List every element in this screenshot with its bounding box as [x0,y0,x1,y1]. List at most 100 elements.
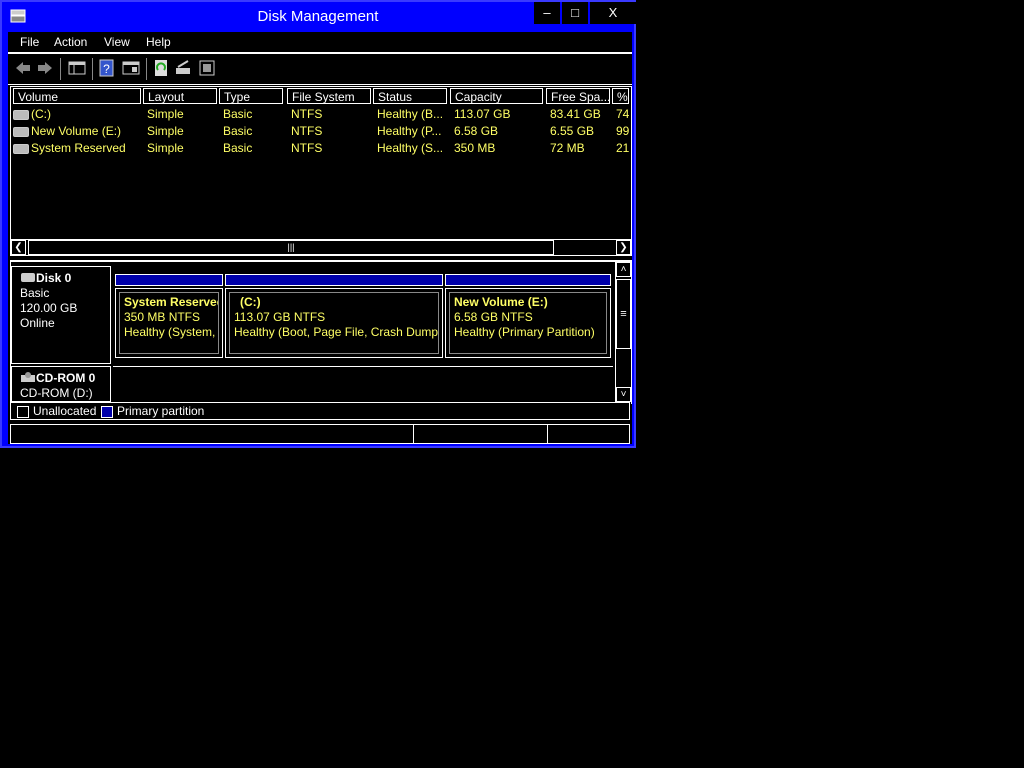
client-area: File Action View Help ? Volume Layout Ty… [8,32,632,444]
disk-0-kind: Basic [20,286,50,300]
volume-capacity: 6.58 GB [454,124,499,138]
cdrom-0-label[interactable]: CD-ROM 0 CD-ROM (D:) [11,366,111,402]
partition-e[interactable]: New Volume (E:) 6.58 GB NTFS Healthy (Pr… [445,288,611,358]
legend-primary: Primary partition [117,404,205,418]
refresh-icon[interactable] [152,59,170,77]
rescan-disks-icon[interactable] [174,59,192,77]
volume-name: System Reserved [31,141,126,155]
volume-type: Basic [223,141,253,155]
disk-0-state: Online [20,316,55,330]
menu-help[interactable]: Help [146,35,171,49]
volume-row[interactable]: New Volume (E:) Simple Basic NTFS Health… [11,123,631,140]
legend-unallocated: Unallocated [33,404,97,418]
volume-type: Basic [223,107,253,121]
partition-status: Healthy (Boot, Page File, Crash Dump, Pr… [234,325,439,339]
scroll-left-icon[interactable]: ❮ [11,240,26,255]
legend: Unallocated Primary partition [10,402,630,420]
volume-status: Healthy (B... [377,107,444,121]
drive-icon [13,110,29,120]
volume-name: (C:) [31,107,51,121]
partition-name: System Reserved [124,295,219,309]
column-header-status[interactable]: Status [373,88,447,104]
drive-icon [13,127,29,137]
cdrom-icon [21,372,35,382]
partition-size: 350 MB NTFS [124,310,201,324]
volume-pct: 99 [616,124,630,138]
partition-bar [225,274,443,286]
volume-layout: Simple [147,141,184,155]
volume-list-panel: Volume Layout Type File System Status Ca… [10,86,632,256]
volume-pct: 74 [616,107,630,121]
partition-name: New Volume (E:) [454,295,548,309]
title-bar[interactable]: Disk Management – □ X [2,2,636,32]
partition-status: Healthy (System, Active, Primary Partiti… [124,325,218,339]
unallocated-swatch [17,406,29,418]
menu-view[interactable]: View [104,35,130,49]
menu-action[interactable]: Action [54,35,87,49]
status-segment [547,425,630,443]
volume-row[interactable]: System Reserved Simple Basic NTFS Health… [11,140,631,157]
partition-bar [115,274,223,286]
disk-management-window: Disk Management – □ X File Action View H… [0,0,636,448]
column-header-free-space[interactable]: Free Spa... [546,88,610,104]
maximize-button[interactable]: □ [562,2,588,24]
disk-0-name: Disk 0 [36,271,72,285]
volume-fs: NTFS [291,107,323,121]
scroll-thumb[interactable]: ||| [28,240,554,255]
vertical-scrollbar[interactable]: ˄ ≡ ˅ [615,262,631,402]
column-header-layout[interactable]: Layout [143,88,217,104]
scroll-down-icon[interactable]: ˅ [616,387,631,402]
column-header-capacity[interactable]: Capacity [450,88,543,104]
cdrom-0-drive: CD-ROM (D:) [20,386,93,400]
toolbar-separator [60,58,61,80]
cdrom-0-name: CD-ROM 0 [36,371,96,385]
close-button[interactable]: X [590,2,636,24]
volume-fs: NTFS [291,124,323,138]
disk-0-label[interactable]: Disk 0 Basic 120.00 GB Online [11,266,111,364]
partition-system-reserved[interactable]: System Reserved 350 MB NTFS Healthy (Sys… [115,288,223,358]
volume-capacity: 113.07 GB [454,107,511,121]
column-header-type[interactable]: Type [219,88,283,104]
primary-partition-swatch [101,406,113,418]
disk-map-panel: Disk 0 Basic 120.00 GB Online System Res… [10,260,632,404]
volume-row[interactable]: (C:) Simple Basic NTFS Healthy (B... 113… [11,106,631,123]
volume-free: 6.55 GB [550,124,595,138]
status-bar [10,424,630,444]
cdrom-0-area[interactable] [113,366,613,403]
scroll-thumb[interactable]: ≡ [616,279,631,349]
volume-capacity: 350 MB [454,141,496,155]
partition-status: Healthy (Primary Partition) [454,325,595,339]
disk-0-size: 120.00 GB [20,301,78,315]
back-arrow-icon[interactable] [14,59,32,77]
scroll-right-icon[interactable]: ❯ [616,240,631,255]
volume-free: 83.41 GB [550,107,601,121]
volume-fs: NTFS [291,141,323,155]
properties-icon[interactable] [122,59,140,77]
forward-arrow-icon[interactable] [36,59,54,77]
column-header-file-system[interactable]: File System [287,88,371,104]
volume-layout: Simple [147,124,184,138]
hard-disk-icon [21,273,35,282]
partition-c[interactable]: (C:) 113.07 GB NTFS Healthy (Boot, Page … [225,288,443,358]
help-icon[interactable]: ? [98,59,116,77]
console-tree-icon[interactable] [68,59,86,77]
minimize-button[interactable]: – [534,2,560,24]
partition-size: 6.58 GB NTFS [454,310,533,324]
horizontal-scrollbar[interactable]: ❮ ||| ❯ [11,239,631,255]
drive-icon [13,144,29,154]
menu-bar: File Action View Help [8,32,632,54]
scroll-up-icon[interactable]: ˄ [616,262,631,277]
toolbar-separator [92,58,93,80]
partition-name: (C:) [240,295,261,309]
svg-text:?: ? [103,62,110,76]
toolbar: ? [8,54,632,85]
partition-bar [445,274,611,286]
toolbar-separator [146,58,147,80]
volume-status: Healthy (P... [377,124,442,138]
connect-icon[interactable] [198,59,216,77]
column-header-volume[interactable]: Volume [13,88,141,104]
partition-size: 113.07 GB NTFS [234,310,326,324]
volume-status: Healthy (S... [377,141,444,155]
menu-file[interactable]: File [20,35,39,49]
column-header-percent-free[interactable]: % F [612,88,629,104]
